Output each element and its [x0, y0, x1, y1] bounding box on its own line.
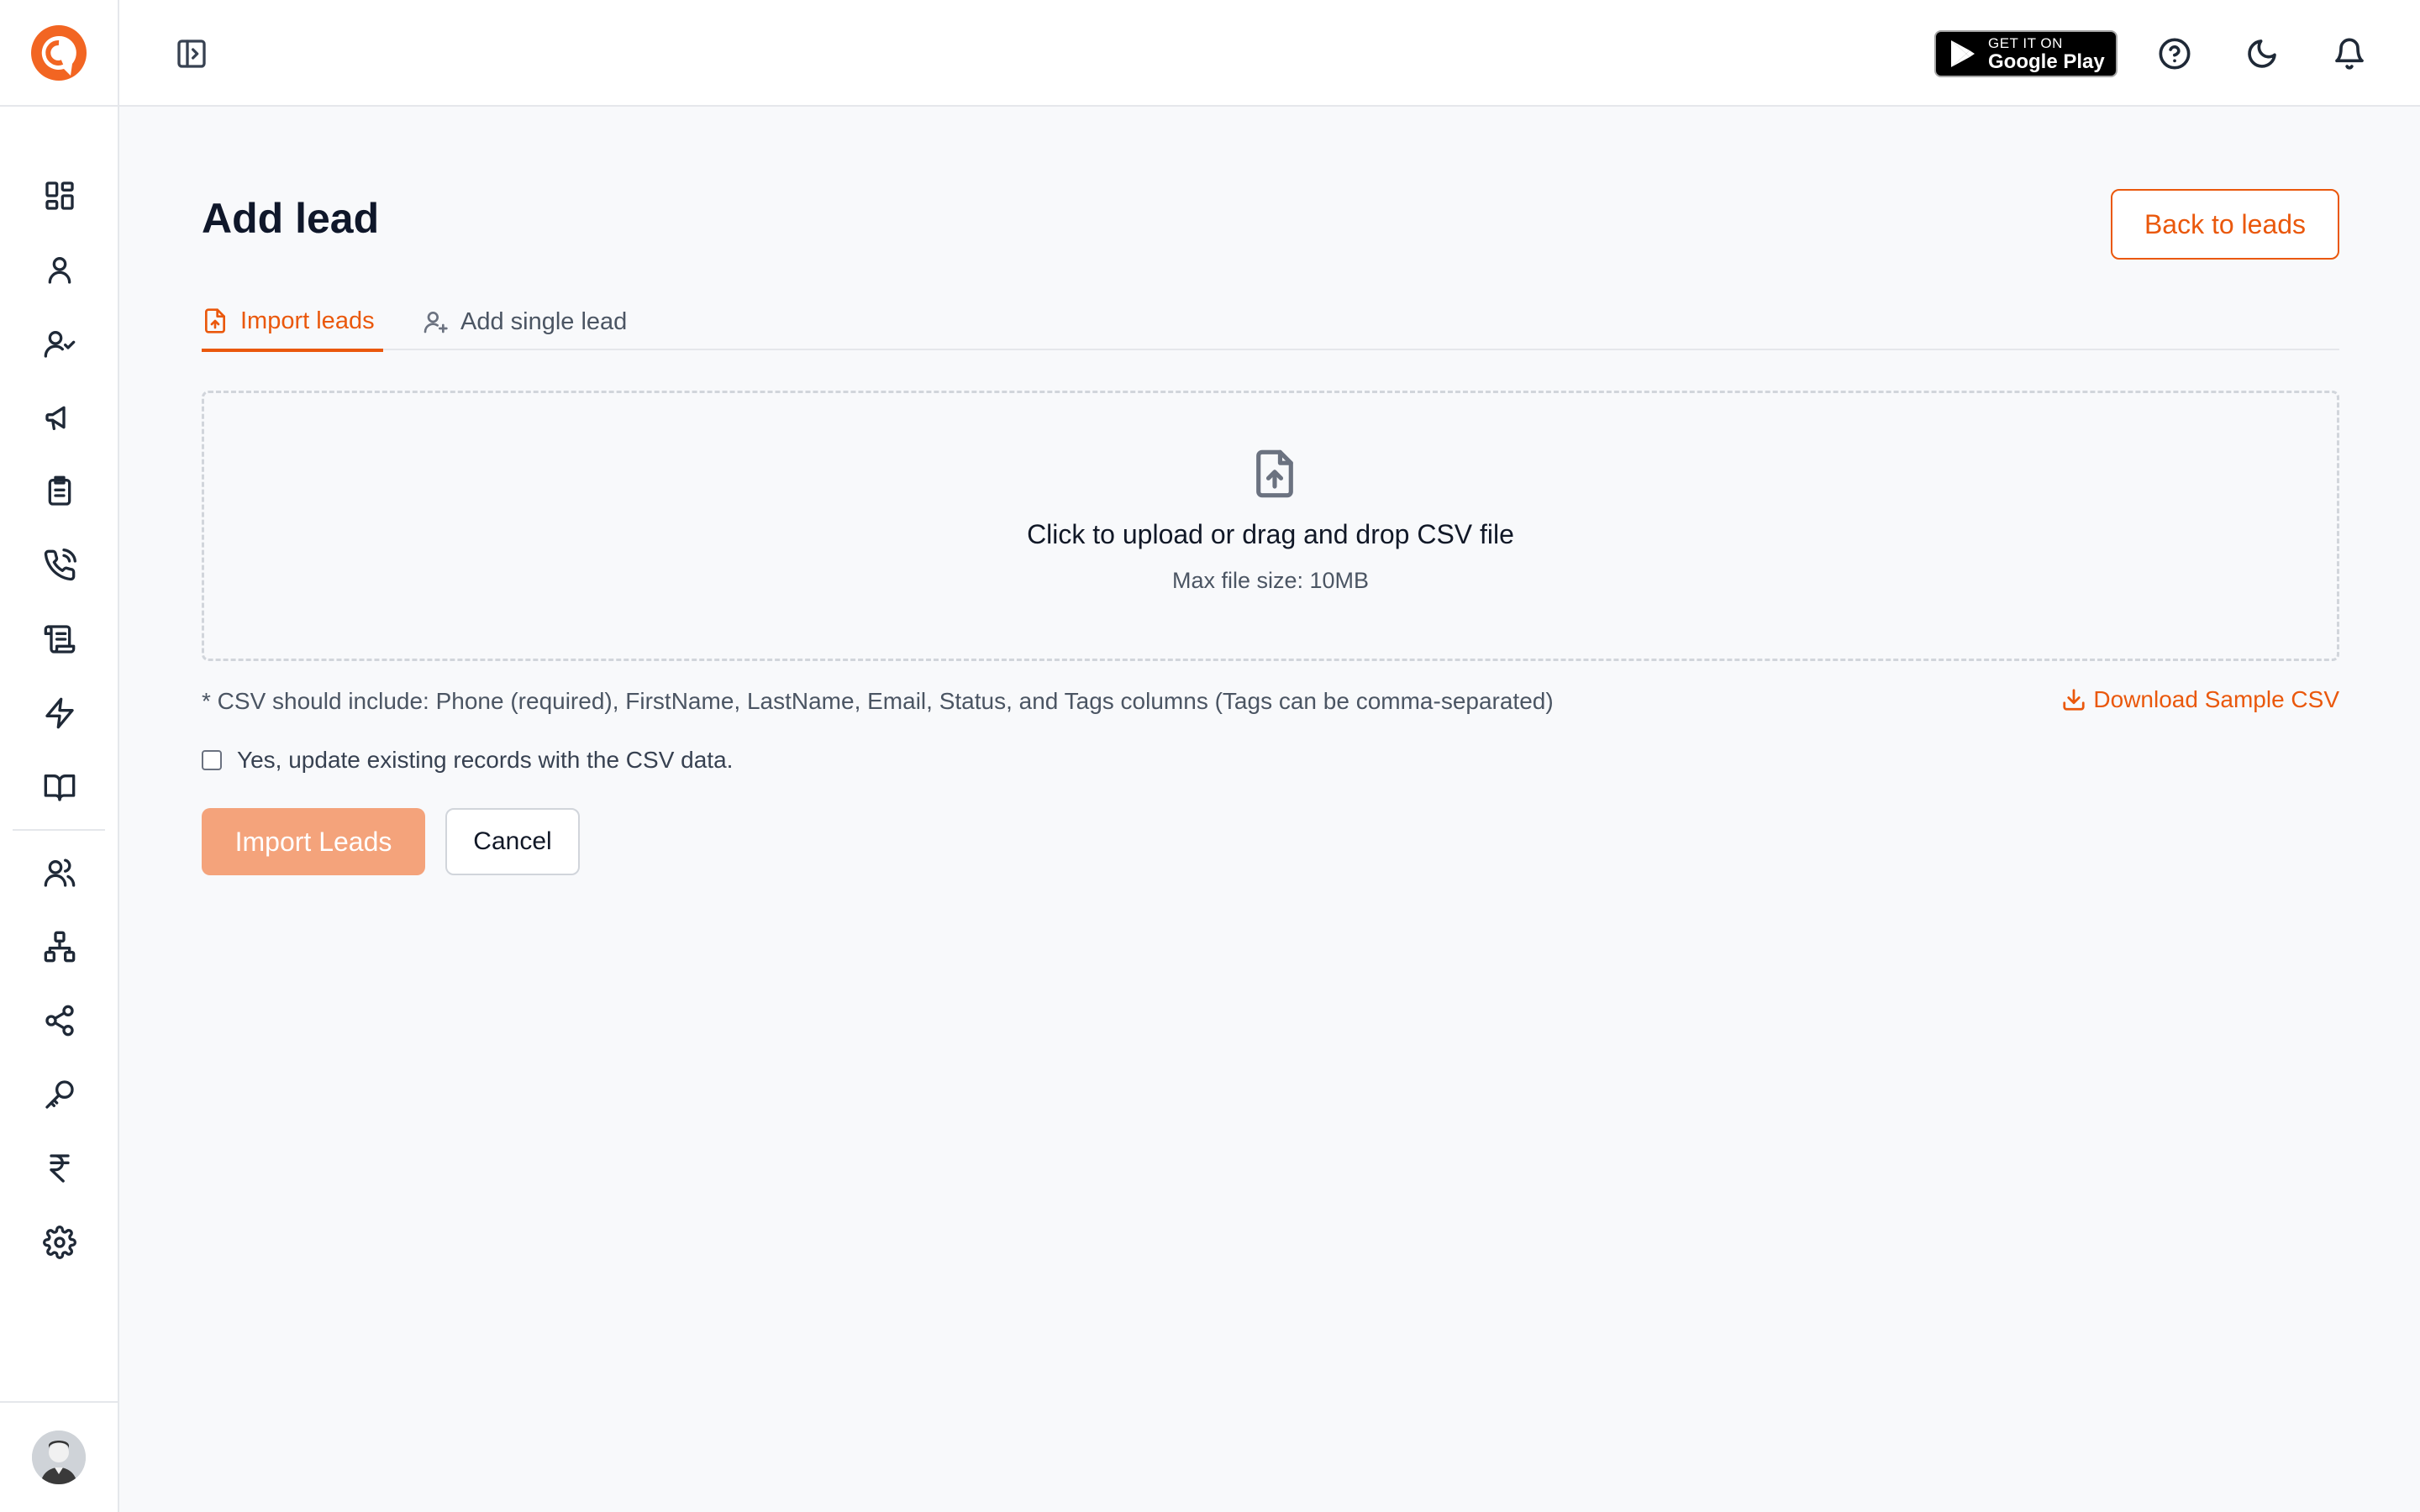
moon-icon	[2248, 39, 2276, 68]
import-leads-button[interactable]: Import Leads	[202, 808, 425, 875]
sidebar-item-campaigns[interactable]	[0, 381, 119, 454]
cancel-button[interactable]: Cancel	[445, 808, 580, 875]
sidebar-item-dashboard[interactable]	[0, 159, 119, 233]
avatar[interactable]	[32, 1431, 86, 1484]
topbar: GET IT ON Google Play	[119, 0, 2420, 107]
key-icon	[45, 1080, 74, 1109]
logo-area	[0, 0, 118, 107]
sidebar-item-api-keys[interactable]	[0, 1058, 119, 1131]
sidebar-item-settings[interactable]	[0, 1205, 119, 1279]
panel-left-icon	[177, 39, 206, 68]
clipboard-list-icon	[48, 475, 71, 506]
user-avatar-icon	[32, 1431, 86, 1484]
sidebar	[0, 0, 119, 1512]
file-upload-icon	[205, 308, 225, 333]
scroll-icon	[44, 625, 76, 654]
google-play-big-text: Google Play	[1988, 50, 2105, 73]
sidebar-footer	[0, 1401, 118, 1512]
google-play-icon	[1951, 40, 1975, 67]
user-check-icon	[44, 331, 76, 358]
notifications-button[interactable]	[2333, 37, 2366, 71]
google-play-text: GET IT ON Google Play	[1988, 36, 2105, 72]
bell-icon	[2335, 38, 2364, 70]
megaphone-icon	[45, 406, 66, 430]
sidebar-toggle-button[interactable]	[175, 37, 208, 71]
tab-import-leads[interactable]: Import leads	[202, 293, 383, 352]
share-icon	[45, 1005, 74, 1037]
tabs: Import leads Add single lead	[202, 293, 2339, 352]
dashboard-icon	[45, 181, 74, 210]
sidebar-item-contacts[interactable]	[0, 233, 119, 307]
csv-dropzone[interactable]: Click to upload or drag and drop CSV fil…	[202, 391, 2339, 661]
sidebar-item-integrations[interactable]	[0, 984, 119, 1058]
download-icon	[2063, 689, 2086, 711]
user-plus-icon	[424, 312, 448, 333]
back-to-leads-button[interactable]: Back to leads	[2111, 189, 2339, 260]
user-icon	[48, 257, 71, 284]
settings-icon	[43, 1226, 76, 1259]
google-play-badge[interactable]: GET IT ON Google Play	[1934, 30, 2118, 77]
download-sample-csv-link[interactable]: Download Sample CSV	[2061, 686, 2339, 713]
tab-add-single-lead-label: Add single lead	[460, 307, 628, 335]
phone-call-icon	[44, 549, 76, 581]
dropzone-title: Click to upload or drag and drop CSV fil…	[1027, 519, 1514, 549]
sidebar-item-calls[interactable]	[0, 528, 119, 602]
sidebar-item-knowledge[interactable]	[0, 750, 119, 824]
zap-icon	[45, 697, 74, 729]
book-open-icon	[44, 774, 76, 801]
sidebar-divider	[13, 829, 105, 831]
help-button[interactable]	[2158, 37, 2191, 71]
theme-toggle-button[interactable]	[2245, 37, 2279, 71]
update-existing-row: Yes, update existing records with the CS…	[202, 747, 733, 774]
sidebar-item-leads[interactable]	[0, 307, 119, 381]
update-existing-checkbox[interactable]	[202, 750, 222, 770]
sidebar-nav	[0, 107, 118, 1279]
file-upload-icon	[1256, 449, 1293, 498]
sidebar-item-tasks[interactable]	[0, 454, 119, 528]
sidebar-item-scripts[interactable]	[0, 602, 119, 676]
help-circle-icon	[2159, 38, 2191, 70]
file-upload-icon-wrap	[1253, 449, 1297, 499]
tab-import-leads-label: Import leads	[240, 307, 375, 334]
page-title: Add lead	[202, 195, 380, 242]
google-play-small-text: GET IT ON	[1988, 34, 2063, 51]
brand-logo-icon[interactable]	[30, 24, 87, 81]
update-existing-label[interactable]: Yes, update existing records with the CS…	[237, 747, 733, 774]
sidebar-item-automation[interactable]	[0, 676, 119, 750]
sidebar-item-hierarchy[interactable]	[0, 910, 119, 984]
tab-add-single-lead[interactable]: Add single lead	[422, 293, 627, 350]
dropzone-subtitle: Max file size: 10MB	[1171, 568, 1370, 593]
sidebar-item-billing[interactable]	[0, 1131, 119, 1205]
sidebar-item-team[interactable]	[0, 836, 119, 910]
download-sample-csv-label: Download Sample CSV	[2093, 686, 2339, 712]
rupee-icon	[50, 1154, 70, 1183]
network-icon	[44, 931, 76, 963]
users-icon	[44, 858, 76, 887]
csv-format-note: * CSV should include: Phone (required), …	[202, 688, 1554, 714]
